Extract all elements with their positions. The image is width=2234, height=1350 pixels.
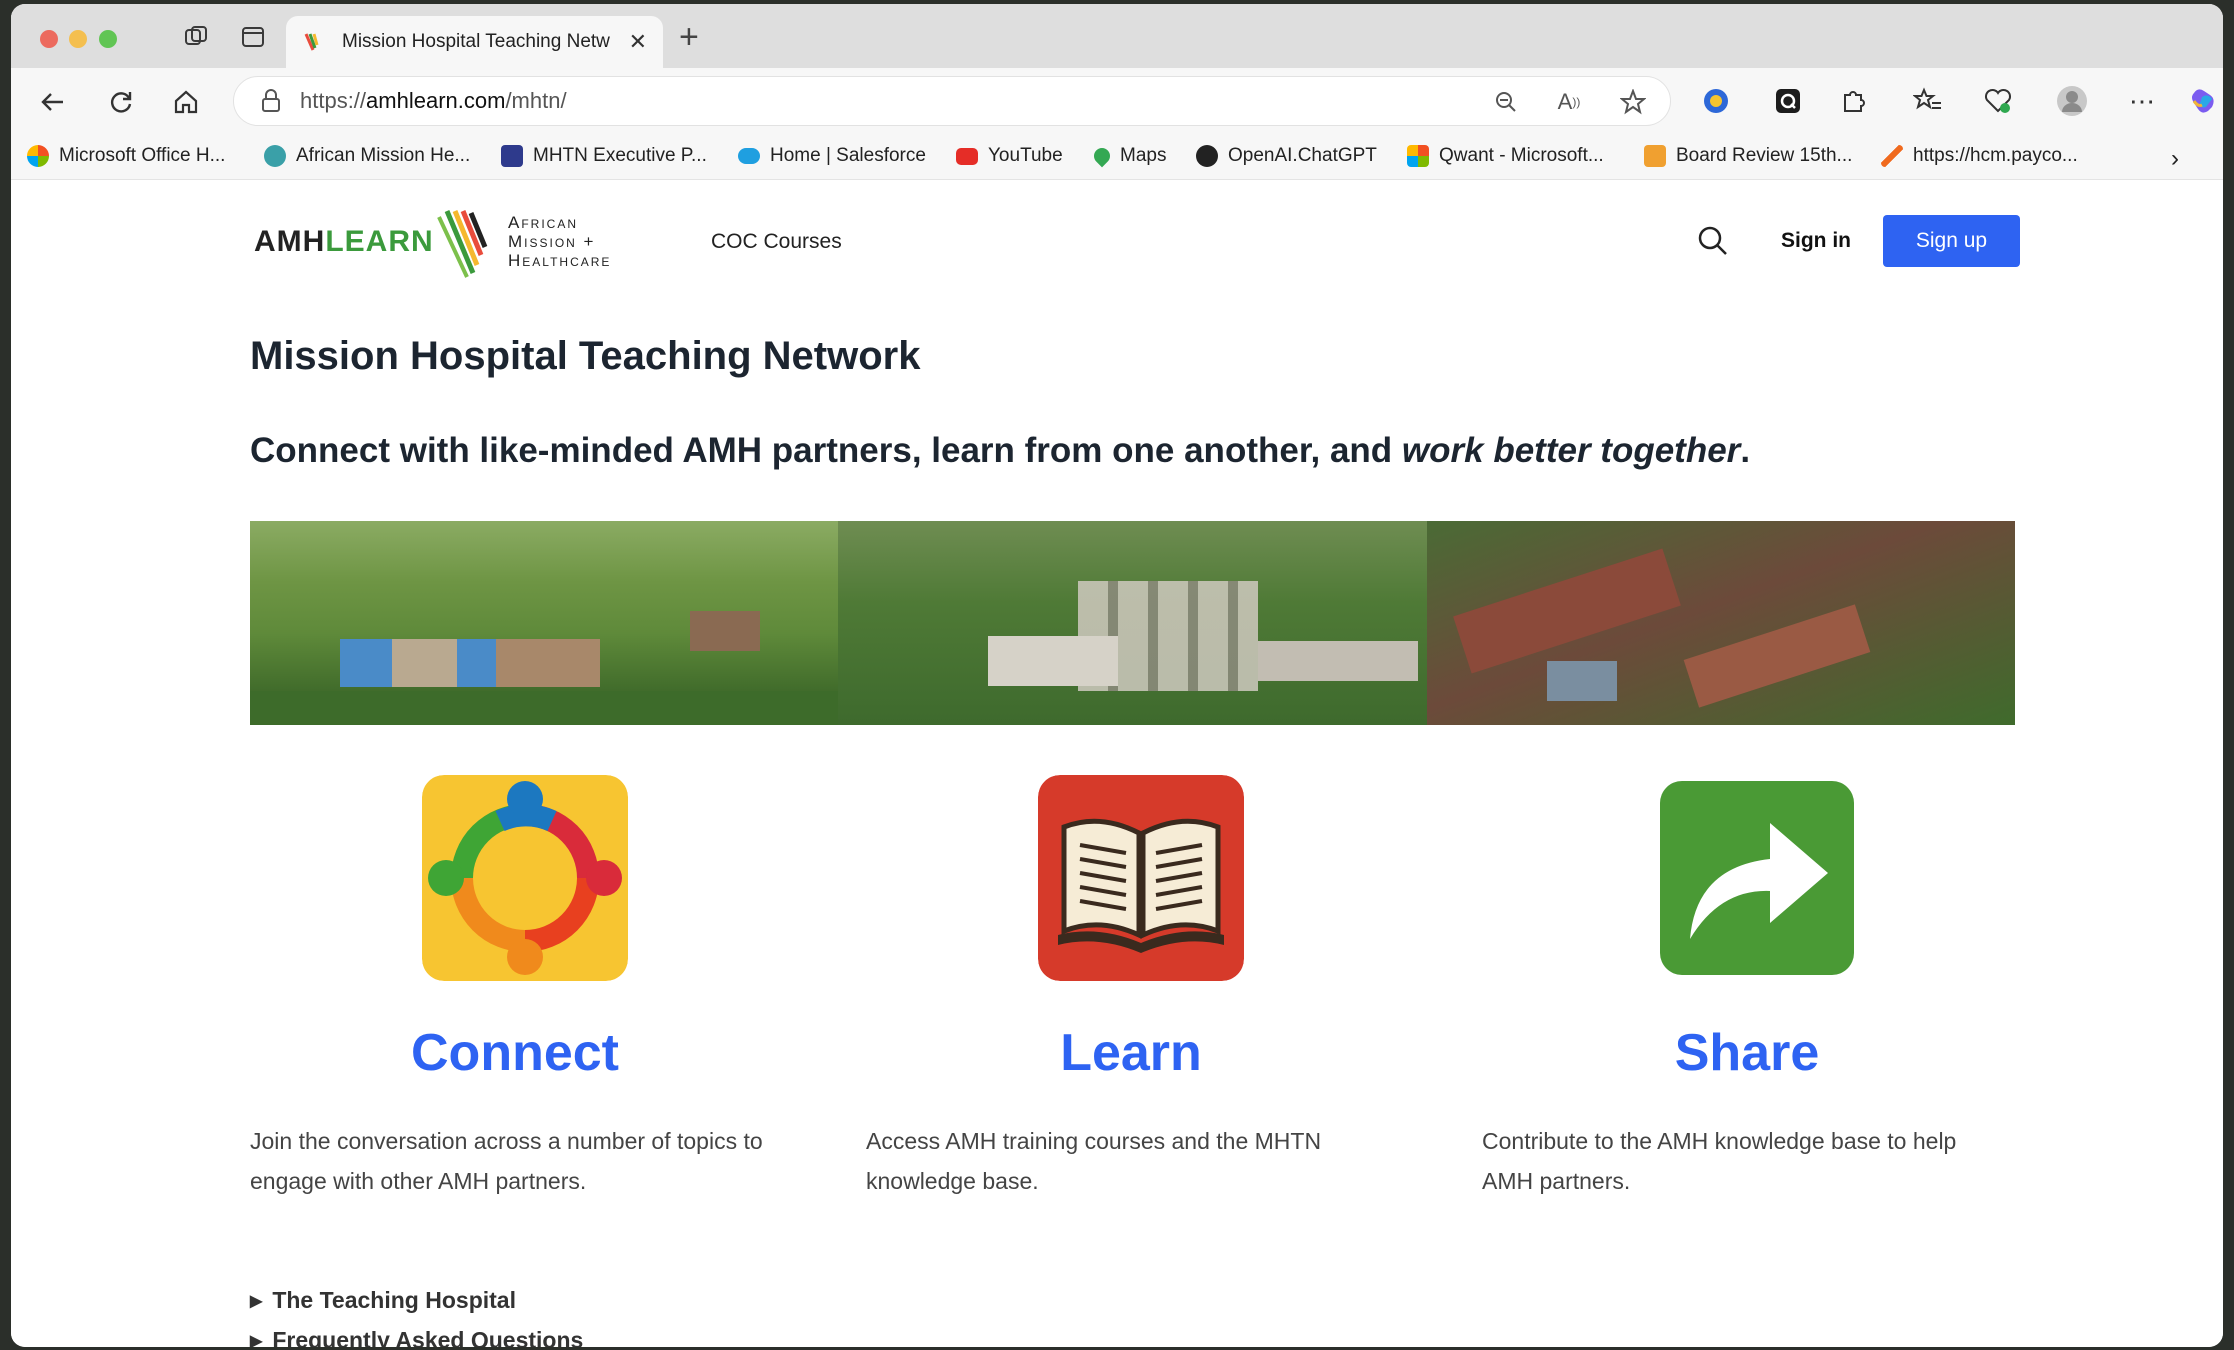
share-arrow-icon[interactable]	[1660, 781, 1854, 975]
qwant-microsoft-icon	[1407, 145, 1429, 167]
navigation-bar: https://amhlearn.com/mhtn/ A)) ⋯	[11, 68, 2223, 136]
feature-title[interactable]: Learn	[866, 1023, 1396, 1083]
new-tab-button[interactable]: +	[679, 18, 699, 57]
back-icon[interactable]	[35, 84, 71, 120]
open-book-icon[interactable]	[1038, 775, 1244, 981]
favorites-icon[interactable]	[1911, 84, 1945, 118]
feature-description: Join the conversation across a number of…	[250, 1128, 763, 1194]
bookmark-item[interactable]: African Mission He...	[264, 145, 470, 167]
african-mission-healthcare-wordmark: African Mission + Healthcare	[508, 213, 612, 270]
bookmark-item[interactable]: OpenAI.ChatGPT	[1196, 145, 1377, 167]
close-window-button[interactable]	[40, 30, 58, 48]
home-icon[interactable]	[168, 84, 204, 120]
extension-copilot-icon[interactable]	[1699, 84, 1733, 118]
microsoft-office-icon	[27, 145, 49, 167]
feature-description: Access AMH training courses and the MHTN…	[866, 1128, 1322, 1194]
extension-q-icon[interactable]	[1771, 84, 1805, 118]
copilot-icon[interactable]	[2187, 84, 2221, 118]
amhlearn-logo[interactable]: AMHLEARN	[254, 225, 434, 259]
openai-icon	[1196, 145, 1218, 167]
page-title: Mission Hospital Teaching Network	[250, 334, 921, 378]
tab-active[interactable]: Mission Hospital Teaching Netw ✕	[286, 16, 663, 68]
more-options-icon[interactable]: ⋯	[2125, 84, 2159, 118]
youtube-icon	[956, 147, 978, 165]
details-teaching-hospital[interactable]: ▶ The Teaching Hospital	[250, 1287, 516, 1314]
amh-favicon-icon	[304, 33, 319, 51]
zoom-out-icon[interactable]	[1491, 87, 1521, 117]
hospital-aerial-banner	[250, 521, 2015, 725]
browser-essentials-icon[interactable]	[1981, 84, 2015, 118]
web-page: AMHLEARN African Mission + Healthcare CO…	[11, 181, 2223, 1347]
paycom-icon	[1881, 145, 1903, 167]
bookmark-item[interactable]: Microsoft Office H...	[27, 145, 225, 167]
disclosure-triangle-icon: ▶	[250, 1332, 263, 1348]
hospital-campus-photo	[838, 521, 1427, 725]
disclosure-triangle-icon: ▶	[250, 1292, 263, 1310]
bookmark-item[interactable]: Maps	[1090, 144, 1166, 168]
sign-up-button[interactable]: Sign up	[1883, 215, 2020, 267]
bookmarks-bar: Microsoft Office H... African Mission He…	[11, 136, 2223, 180]
nav-coc-courses[interactable]: COC Courses	[711, 230, 842, 254]
address-bar[interactable]: https://amhlearn.com/mhtn/ A))	[233, 76, 1671, 126]
aerial-rooftops-photo	[1426, 521, 2015, 725]
bookmark-item[interactable]: Board Review 15th...	[1644, 145, 1852, 167]
tagline: Connect with like-minded AMH partners, l…	[250, 431, 1751, 470]
lock-icon[interactable]	[260, 89, 282, 113]
tab-bar: Mission Hospital Teaching Netw ✕ +	[11, 4, 2223, 68]
bookmark-item[interactable]: Qwant - Microsoft...	[1407, 145, 1604, 167]
hillside-village-photo	[250, 521, 839, 725]
profile-avatar[interactable]	[2055, 84, 2089, 118]
site-header: AMHLEARN African Mission + Healthcare CO…	[11, 181, 2223, 291]
favorite-star-icon[interactable]	[1618, 87, 1648, 117]
board-review-icon	[1644, 145, 1666, 167]
amh-bookmark-icon	[264, 145, 286, 167]
tab-close-icon[interactable]: ✕	[629, 29, 647, 55]
maps-pin-icon	[1090, 144, 1114, 168]
salesforce-cloud-icon	[738, 148, 760, 164]
bookmark-item[interactable]: https://hcm.payco...	[1881, 145, 2078, 167]
sign-in-link[interactable]: Sign in	[1781, 229, 1851, 253]
read-aloud-icon[interactable]: A))	[1554, 87, 1584, 117]
vertical-tabs-icon[interactable]	[238, 22, 268, 52]
tab-title: Mission Hospital Teaching Netw	[342, 31, 610, 52]
africa-stripes-logo-icon	[437, 210, 488, 278]
browser-window: Mission Hospital Teaching Netw ✕ + https…	[11, 4, 2223, 1347]
maximize-window-button[interactable]	[99, 30, 117, 48]
people-circle-icon[interactable]	[422, 775, 628, 981]
feature-title[interactable]: Share	[1482, 1023, 2012, 1083]
url-text[interactable]: https://amhlearn.com/mhtn/	[300, 88, 567, 114]
feature-description: Contribute to the AMH knowledge base to …	[1482, 1128, 1957, 1194]
bookmark-item[interactable]: Home | Salesforce	[738, 145, 926, 167]
workspaces-icon[interactable]	[181, 22, 211, 52]
bookmark-item[interactable]: YouTube	[956, 145, 1063, 167]
extensions-puzzle-icon[interactable]	[1836, 84, 1870, 118]
reload-icon[interactable]	[103, 84, 139, 120]
minimize-window-button[interactable]	[69, 30, 87, 48]
bookmark-item[interactable]: MHTN Executive P...	[501, 145, 707, 167]
search-icon[interactable]	[1695, 223, 1731, 259]
feature-title[interactable]: Connect	[250, 1023, 780, 1083]
mhtn-bookmark-icon	[501, 145, 523, 167]
details-faq[interactable]: ▶ Frequently Asked Questions	[250, 1327, 583, 1347]
bookmarks-overflow-chevron-icon[interactable]: ›	[2171, 145, 2179, 173]
